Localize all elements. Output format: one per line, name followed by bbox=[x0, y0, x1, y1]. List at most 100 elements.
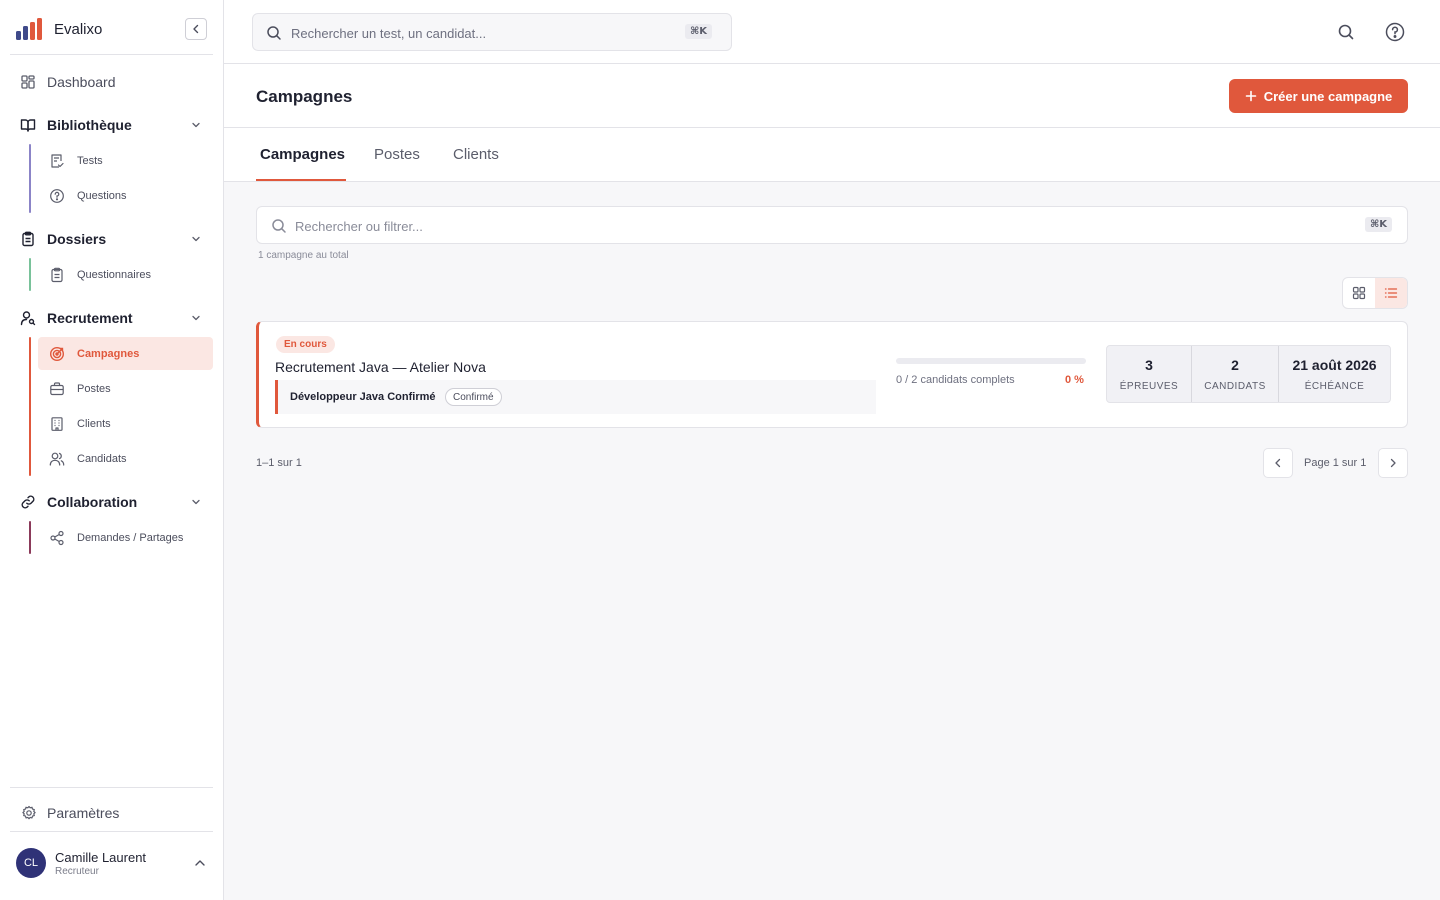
sidebar-item-settings[interactable]: Paramètres bbox=[10, 799, 213, 827]
status-badge: En cours bbox=[276, 336, 335, 353]
campaign-count: 1 campagne au total bbox=[258, 250, 349, 261]
sidebar-section-label: Bibliothèque bbox=[47, 117, 132, 133]
stat-value: 3 bbox=[1145, 357, 1153, 373]
sidebar-section-collaboration[interactable]: Collaboration bbox=[10, 485, 213, 519]
settings-label: Paramètres bbox=[47, 805, 120, 821]
page-indicator: Page 1 sur 1 bbox=[1304, 457, 1367, 469]
help-button[interactable] bbox=[1384, 21, 1406, 43]
dashboard-icon bbox=[20, 74, 36, 90]
job-title: Développeur Java Confirmé bbox=[290, 391, 436, 403]
tab-clients[interactable]: Clients bbox=[453, 146, 499, 163]
list-view-button[interactable] bbox=[1375, 278, 1407, 308]
campaign-stats: 3 ÉPREUVES 2 CANDIDATS 21 août 2026 ÉCHÉ… bbox=[1106, 345, 1391, 403]
sidebar-section-label: Dossiers bbox=[47, 231, 107, 247]
sidebar-section-label: Collaboration bbox=[47, 494, 138, 510]
progress-text: 0 / 2 candidats complets bbox=[896, 374, 1015, 386]
stat-label: ÉCHÉANCE bbox=[1304, 381, 1365, 392]
list-icon bbox=[1384, 288, 1398, 298]
tab-campagnes[interactable]: Campagnes bbox=[260, 146, 345, 163]
share-icon bbox=[49, 530, 65, 546]
topbar: ⌘K bbox=[224, 0, 1440, 64]
brand-name: Evalixo bbox=[54, 21, 103, 38]
test-checklist-icon bbox=[49, 153, 65, 169]
chevron-down-icon bbox=[191, 120, 201, 130]
sidebar-item-questions[interactable]: Questions bbox=[38, 179, 213, 212]
section-line bbox=[29, 521, 31, 554]
users-icon bbox=[49, 451, 65, 467]
filter-search[interactable]: ⌘K bbox=[256, 206, 1408, 244]
sidebar-section-bibliotheque[interactable]: Bibliothèque bbox=[10, 108, 213, 142]
sidebar-item-label: Campagnes bbox=[77, 347, 140, 360]
user-menu[interactable]: CL Camille Laurent Recruteur bbox=[10, 843, 213, 885]
global-search[interactable]: ⌘K bbox=[252, 13, 732, 51]
avatar: CL bbox=[16, 848, 46, 878]
stat-echeance: 21 août 2026 ÉCHÉANCE bbox=[1279, 346, 1390, 402]
sidebar-section-label: Recrutement bbox=[47, 310, 133, 326]
evalixo-logo-icon bbox=[16, 18, 44, 40]
sidebar-item-tests[interactable]: Tests bbox=[38, 144, 213, 177]
filter-search-input[interactable] bbox=[295, 216, 1095, 236]
sidebar-item-postes[interactable]: Postes bbox=[38, 372, 213, 405]
book-icon bbox=[20, 117, 36, 133]
sidebar-item-campagnes[interactable]: Campagnes bbox=[38, 337, 213, 370]
sidebar-section-dossiers[interactable]: Dossiers bbox=[10, 222, 213, 256]
plus-icon bbox=[1245, 90, 1256, 102]
progress-bar bbox=[896, 358, 1086, 364]
clipboard-icon bbox=[20, 231, 36, 247]
section-line bbox=[29, 144, 31, 213]
campaign-card[interactable]: En cours Recrutement Java — Atelier Nova… bbox=[256, 321, 1408, 428]
sidebar-item-label: Questionnaires bbox=[77, 268, 151, 281]
tabs: Campagnes Postes Clients bbox=[224, 128, 1440, 182]
sidebar: Evalixo Dashboard Bibliothèque Tests Que… bbox=[0, 0, 224, 900]
sidebar-item-questionnaires[interactable]: Questionnaires bbox=[38, 258, 213, 291]
results-range: 1–1 sur 1 bbox=[256, 457, 302, 469]
help-icon bbox=[1385, 22, 1405, 42]
chevron-down-icon bbox=[191, 313, 201, 323]
next-page-button[interactable] bbox=[1378, 448, 1408, 478]
search-icon bbox=[1338, 24, 1354, 40]
progress-percent: 0 % bbox=[1065, 374, 1084, 386]
sidebar-item-dashboard[interactable]: Dashboard bbox=[10, 65, 213, 99]
brand: Evalixo bbox=[0, 0, 223, 55]
stat-candidats: 2 CANDIDATS bbox=[1192, 346, 1279, 402]
page-title: Campagnes bbox=[256, 87, 353, 106]
global-search-input[interactable] bbox=[291, 23, 671, 43]
user-name: Camille Laurent bbox=[55, 850, 147, 865]
job-position-row: Développeur Java Confirmé Confirmé bbox=[275, 380, 876, 414]
stat-label: ÉPREUVES bbox=[1119, 381, 1179, 392]
user-role: Recruteur bbox=[55, 866, 99, 877]
stat-value: 21 août 2026 bbox=[1292, 357, 1377, 373]
divider bbox=[10, 831, 213, 832]
search-icon bbox=[266, 25, 282, 41]
view-toggle bbox=[1342, 277, 1408, 309]
previous-page-button[interactable] bbox=[1263, 448, 1293, 478]
job-level-badge: Confirmé bbox=[445, 388, 502, 406]
sidebar-item-clients[interactable]: Clients bbox=[38, 407, 213, 440]
stat-epreuves: 3 ÉPREUVES bbox=[1107, 346, 1192, 402]
create-campaign-button[interactable]: Créer une campagne bbox=[1229, 79, 1408, 113]
chevron-left-icon bbox=[1275, 458, 1281, 468]
campaign-title[interactable]: Recrutement Java — Atelier Nova bbox=[275, 359, 486, 375]
sidebar-section-recrutement[interactable]: Recrutement bbox=[10, 301, 213, 335]
grid-icon bbox=[1352, 286, 1366, 300]
section-line bbox=[29, 258, 31, 291]
divider bbox=[10, 787, 213, 788]
target-icon bbox=[49, 346, 65, 362]
page-header: Campagnes Créer une campagne bbox=[224, 64, 1440, 128]
link-icon bbox=[20, 494, 36, 510]
sidebar-item-label: Tests bbox=[77, 154, 103, 167]
sidebar-item-label: Postes bbox=[77, 382, 111, 395]
search-button[interactable] bbox=[1336, 22, 1356, 42]
tab-postes[interactable]: Postes bbox=[374, 146, 420, 163]
collapse-sidebar-button[interactable] bbox=[185, 18, 207, 40]
divider bbox=[10, 54, 213, 55]
sidebar-item-demandes-partages[interactable]: Demandes / Partages bbox=[38, 521, 213, 554]
tab-active-indicator bbox=[256, 179, 346, 181]
user-search-icon bbox=[20, 310, 36, 326]
chevron-right-icon bbox=[1390, 458, 1396, 468]
clipboard-list-icon bbox=[49, 267, 65, 283]
grid-view-button[interactable] bbox=[1343, 278, 1375, 308]
briefcase-icon bbox=[49, 381, 65, 397]
chevron-down-icon bbox=[191, 497, 201, 507]
sidebar-item-candidats[interactable]: Candidats bbox=[38, 442, 213, 475]
